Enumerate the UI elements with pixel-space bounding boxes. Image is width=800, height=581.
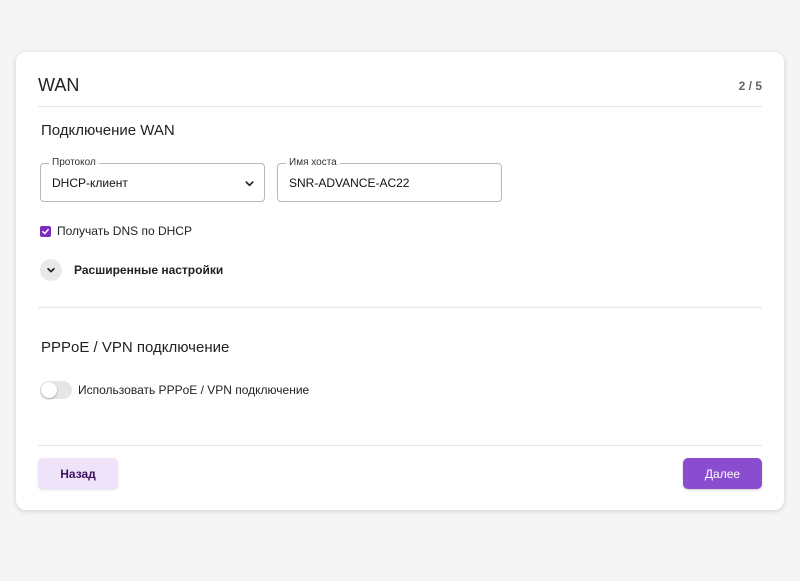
vpn-toggle-row: Использовать PPPoE / VPN подключение	[40, 380, 309, 400]
chevron-down-icon	[245, 181, 254, 187]
wan-card: WAN 2 / 5 Подключение WAN Протокол DHCP-…	[16, 52, 784, 510]
dns-checkbox-label: Получать DNS по DHCP	[57, 224, 192, 238]
advanced-expand-button[interactable]	[40, 259, 62, 281]
page-title: WAN	[38, 75, 80, 95]
protocol-label: Протокол	[49, 157, 99, 169]
vpn-toggle[interactable]	[40, 381, 72, 399]
protocol-value: DHCP-клиент	[52, 176, 128, 190]
card-header: WAN 2 / 5	[38, 72, 762, 107]
advanced-settings-label: Расширенные настройки	[74, 263, 224, 277]
wan-section-title: Подключение WAN	[41, 122, 175, 139]
vpn-section-title: PPPoE / VPN подключение	[41, 339, 230, 356]
chevron-down-icon	[47, 267, 55, 273]
advanced-settings-toggle[interactable]: Расширенные настройки	[40, 259, 223, 281]
hostname-input[interactable]	[278, 164, 501, 201]
back-button[interactable]: Назад	[38, 458, 118, 489]
dns-checkbox-row: Получать DNS по DHCP	[40, 224, 192, 238]
step-indicator: 2 / 5	[738, 79, 762, 93]
hostname-field: Имя хоста	[277, 157, 502, 202]
divider	[38, 307, 762, 308]
divider	[38, 445, 762, 446]
dns-checkbox[interactable]	[40, 225, 51, 237]
next-button[interactable]: Далее	[683, 458, 762, 489]
toggle-thumb	[41, 382, 57, 398]
vpn-toggle-label: Использовать PPPoE / VPN подключение	[78, 383, 310, 397]
check-icon	[42, 228, 49, 234]
protocol-select[interactable]: Протокол DHCP-клиент	[40, 157, 265, 202]
